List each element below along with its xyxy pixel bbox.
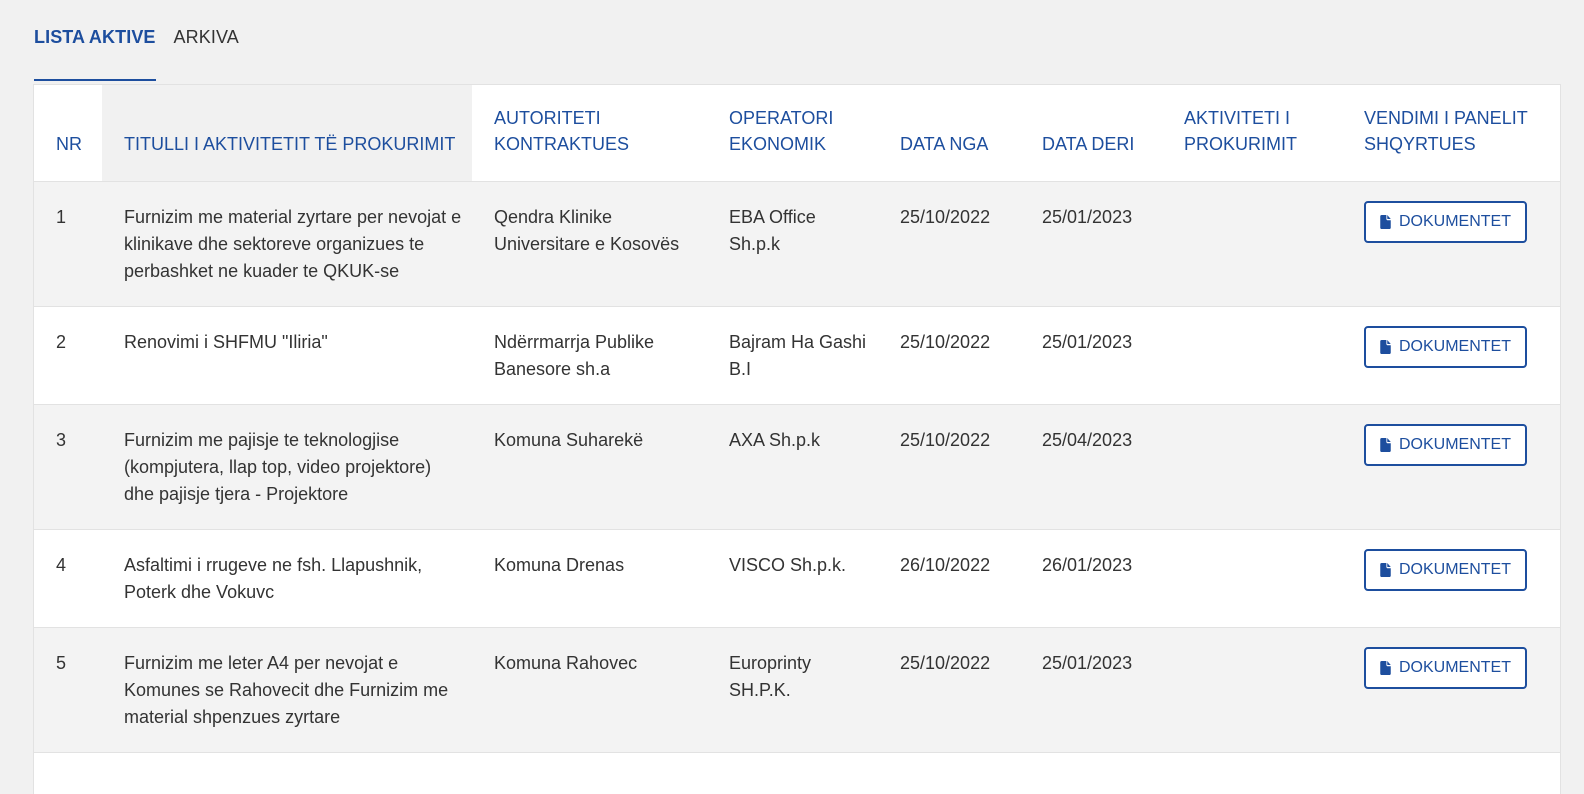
cell-authority: Qendra Klinike Universitare e Kosovës [472, 181, 707, 307]
documents-button-label: DOKUMENTET [1399, 337, 1511, 355]
cell-title: Furnizim me pajisje te teknologjise (kom… [102, 404, 472, 530]
table-header-row: NR TITULLI I AKTIVITETIT TË PROKURIMIT A… [34, 85, 1560, 182]
cell-panel-decision: DOKUMENTET [1342, 627, 1560, 753]
tab-arkiva[interactable]: ARKIVA [174, 20, 239, 82]
cell-title: Asfaltimi i rrugeve ne fsh. Llapushnik, … [102, 529, 472, 628]
documents-button[interactable]: DOKUMENTET [1364, 325, 1527, 368]
tab-lista-aktive[interactable]: LISTA AKTIVE [34, 20, 156, 82]
documents-button-label: DOKUMENTET [1399, 560, 1511, 578]
cell-nr: 3 [34, 404, 102, 530]
cell-date-from: 26/10/2022 [878, 529, 1020, 628]
cell-nr: 1 [34, 181, 102, 307]
cell-nr: 5 [34, 627, 102, 753]
cell-authority: Komuna Drenas [472, 529, 707, 628]
cell-date-to: 25/04/2023 [1020, 404, 1162, 530]
file-icon [1380, 339, 1391, 354]
file-icon [1380, 214, 1391, 229]
table-row: 5 Furnizim me leter A4 per nevojat e Kom… [34, 627, 1560, 753]
cell-operator: EBA Office Sh.p.k [707, 181, 878, 307]
header-activity[interactable]: AKTIVITETI I PROKURIMIT [1162, 85, 1342, 182]
documents-button[interactable]: DOKUMENTET [1364, 646, 1527, 689]
cell-activity [1162, 627, 1342, 753]
file-icon [1380, 562, 1391, 577]
cell-title: Renovimi i SHFMU "Iliria" [102, 306, 472, 405]
documents-button[interactable]: DOKUMENTET [1364, 200, 1527, 243]
procurement-table: NR TITULLI I AKTIVITETIT TË PROKURIMIT A… [33, 84, 1561, 794]
cell-date-from: 25/10/2022 [878, 181, 1020, 307]
header-date-from[interactable]: DATA NGA [878, 85, 1020, 182]
header-nr[interactable]: NR [34, 85, 102, 182]
cell-date-from: 25/10/2022 [878, 404, 1020, 530]
cell-date-from: 25/10/2022 [878, 306, 1020, 405]
documents-button-label: DOKUMENTET [1399, 435, 1511, 453]
documents-button[interactable]: DOKUMENTET [1364, 423, 1527, 466]
cell-date-to: 25/01/2023 [1020, 627, 1162, 753]
cell-date-to: 26/01/2023 [1020, 529, 1162, 628]
cell-nr: 4 [34, 529, 102, 628]
cell-panel-decision: DOKUMENTET [1342, 529, 1560, 628]
table-row: 1 Furnizim me material zyrtare per nevoj… [34, 181, 1560, 307]
header-authority[interactable]: AUTORITETI KONTRAKTUES [472, 85, 707, 182]
cell-activity [1162, 181, 1342, 307]
table-row: 2 Renovimi i SHFMU "Iliria" Ndërrmarrja … [34, 306, 1560, 405]
file-icon [1380, 437, 1391, 452]
cell-activity [1162, 404, 1342, 530]
table-row: 3 Furnizim me pajisje te teknologjise (k… [34, 404, 1560, 530]
table-row: 4 Asfaltimi i rrugeve ne fsh. Llapushnik… [34, 529, 1560, 628]
cell-operator: AXA Sh.p.k [707, 404, 878, 530]
cell-operator: VISCO Sh.p.k. [707, 529, 878, 628]
cell-activity [1162, 306, 1342, 405]
cell-panel-decision: DOKUMENTET [1342, 404, 1560, 530]
cell-operator: Bajram Ha Gashi B.I [707, 306, 878, 405]
cell-date-to: 25/01/2023 [1020, 181, 1162, 307]
cell-authority: Ndërrmarrja Publike Banesore sh.a [472, 306, 707, 405]
cell-date-from: 25/10/2022 [878, 627, 1020, 753]
documents-button-label: DOKUMENTET [1399, 212, 1511, 230]
header-operator[interactable]: OPERATORI EKONOMIK [707, 85, 878, 182]
cell-panel-decision: DOKUMENTET [1342, 306, 1560, 405]
header-date-to[interactable]: DATA DERI [1020, 85, 1162, 182]
cell-operator: Europrinty SH.P.K. [707, 627, 878, 753]
cell-activity [1162, 529, 1342, 628]
cell-authority: Komuna Rahovec [472, 627, 707, 753]
cell-authority: Komuna Suharekë [472, 404, 707, 530]
cell-panel-decision: DOKUMENTET [1342, 181, 1560, 307]
tab-bar: LISTA AKTIVE ARKIVA [34, 20, 257, 82]
documents-button-label: DOKUMENTET [1399, 658, 1511, 676]
cell-title: Furnizim me material zyrtare per nevojat… [102, 181, 472, 307]
cell-nr: 2 [34, 306, 102, 405]
cell-title: Furnizim me leter A4 per nevojat e Komun… [102, 627, 472, 753]
header-panel-decision[interactable]: VENDIMI I PANELIT SHQYRTUES [1342, 85, 1560, 182]
documents-button[interactable]: DOKUMENTET [1364, 548, 1527, 591]
cell-date-to: 25/01/2023 [1020, 306, 1162, 405]
header-title[interactable]: TITULLI I AKTIVITETIT TË PROKURIMIT [102, 85, 472, 182]
file-icon [1380, 660, 1391, 675]
